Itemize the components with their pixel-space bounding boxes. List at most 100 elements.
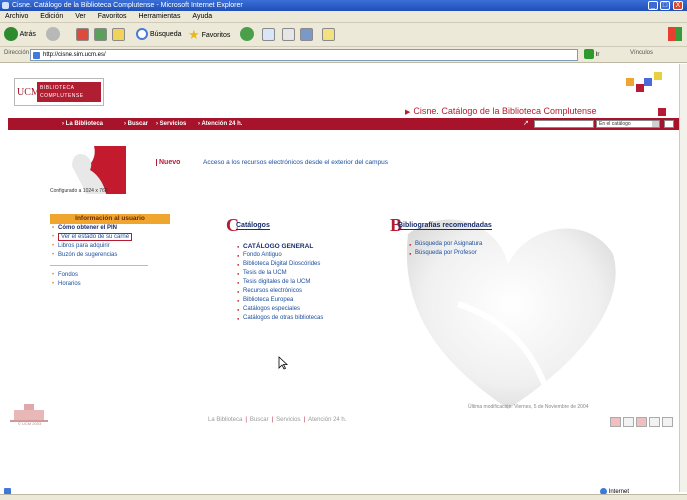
stop-button[interactable] xyxy=(76,27,89,43)
refresh-button[interactable] xyxy=(94,27,107,43)
ie-icon xyxy=(2,2,9,9)
user-info-header: Información al usuario xyxy=(50,214,170,224)
bibliographies-heading: B Bibliografías recomendadas xyxy=(390,215,492,235)
mail-icon[interactable] xyxy=(662,417,673,427)
search-scope-select[interactable]: En el catálogo xyxy=(596,120,660,128)
help-icon[interactable] xyxy=(623,417,634,427)
catalogs-list: CATÁLOGO GENERAL Fondo Antiguo Bibliotec… xyxy=(236,242,406,323)
nav-atencion[interactable]: › Atención 24 h. xyxy=(198,119,242,129)
decor-square-yellow xyxy=(654,72,662,80)
forward-arrow-icon xyxy=(46,27,60,42)
menu-favoritos[interactable]: Favoritos xyxy=(93,11,132,23)
contact-icon[interactable] xyxy=(610,417,621,427)
print-icon xyxy=(282,27,295,41)
link-icon[interactable] xyxy=(649,417,660,427)
link-obtener-pin[interactable]: Cómo obtener el PIN xyxy=(50,224,180,233)
go-button[interactable]: Ir xyxy=(584,49,610,61)
divider xyxy=(50,265,148,266)
toolbar: Atrás Búsqueda ★ Favoritos xyxy=(0,23,687,47)
footer-link-biblioteca[interactable]: La Biblioteca xyxy=(208,417,242,423)
menu-edicion[interactable]: Edición xyxy=(35,11,68,23)
news-link[interactable]: Acceso a los recursos electrónicos desde… xyxy=(203,159,388,166)
link-catalogo-general[interactable]: CATÁLOGO GENERAL xyxy=(236,242,406,251)
url-input[interactable]: http://cisne.sim.ucm.es/ xyxy=(30,49,578,61)
refresh-icon xyxy=(94,27,107,41)
library-logo-text: BIBLIOTECA COMPLUTENSE xyxy=(37,82,101,102)
window-titlebar: Cisne. Catálogo de la Biblioteca Complut… xyxy=(0,0,687,11)
mouse-cursor-icon xyxy=(278,356,288,370)
catalogs-heading: C Catálogos xyxy=(226,215,270,235)
link-tesis-digitales[interactable]: Tesis digitales de la UCM xyxy=(236,278,406,287)
back-button[interactable]: Atrás xyxy=(4,27,36,43)
favorites-button[interactable]: ★ Favoritos xyxy=(188,27,230,43)
home-button[interactable] xyxy=(112,27,125,43)
footer-link-buscar[interactable]: Buscar xyxy=(250,417,269,423)
link-libros-adquirir[interactable]: Libros para adquirir xyxy=(50,242,180,251)
links-button[interactable]: Vínculos xyxy=(630,50,653,56)
web-page: UCM BIBLIOTECA COMPLUTENSE ▶ Cisne. Catál… xyxy=(8,64,679,494)
search-icon xyxy=(136,28,148,41)
edit-button[interactable] xyxy=(300,27,313,43)
menu-archivo[interactable]: Archivo xyxy=(0,11,33,23)
ucm-logo[interactable]: UCM BIBLIOTECA COMPLUTENSE xyxy=(14,78,104,106)
resolution-note: Configurado a 1024 x 768 xyxy=(50,188,108,194)
print-button[interactable] xyxy=(282,27,295,43)
address-bar: Dirección http://cisne.sim.ucm.es/ Ir Ví… xyxy=(0,47,687,63)
menu-ver[interactable]: Ver xyxy=(70,11,91,23)
close-button[interactable]: X xyxy=(673,1,683,10)
site-tagline: ▶ Cisne. Catálogo de la Biblioteca Complu… xyxy=(405,106,597,116)
footer-link-servicios[interactable]: Servicios xyxy=(276,417,300,423)
link-fondo-antiguo[interactable]: Fondo Antiguo xyxy=(236,251,406,260)
window-title: Cisne. Catálogo de la Biblioteca Complut… xyxy=(12,2,243,9)
link-buzon-sugerencias[interactable]: Buzón de sugerencias xyxy=(50,251,180,260)
mail-icon xyxy=(262,27,275,41)
link-dioscorides[interactable]: Biblioteca Digital Dioscórides xyxy=(236,260,406,269)
vertical-scrollbar[interactable] xyxy=(679,64,687,492)
link-biblioteca-europea[interactable]: Biblioteca Europea xyxy=(236,296,406,305)
link-horarios[interactable]: Horarios xyxy=(50,280,180,289)
link-busqueda-asignatura[interactable]: Búsqueda por Asignatura xyxy=(408,240,558,249)
windows-flag-icon xyxy=(668,27,682,41)
heart-emblem xyxy=(72,146,126,194)
mail-button[interactable] xyxy=(262,27,275,43)
history-button[interactable] xyxy=(240,27,254,43)
status-bar xyxy=(0,494,687,500)
link-tesis-ucm[interactable]: Tesis de la UCM xyxy=(236,269,406,278)
catalog-search-input[interactable] xyxy=(534,120,594,128)
menu-bar: Archivo Edición Ver Favoritos Herramient… xyxy=(0,11,687,23)
link-catalogos-especiales[interactable]: Catálogos especiales xyxy=(236,305,406,314)
link-busqueda-profesor[interactable]: Búsqueda por Profesor xyxy=(408,249,558,258)
minimize-button[interactable]: _ xyxy=(648,1,658,10)
forward-button[interactable] xyxy=(46,27,60,43)
link-fondos[interactable]: Fondos xyxy=(50,271,180,280)
nav-servicios[interactable]: › Servicios xyxy=(156,119,186,129)
nav-buscar[interactable]: › Buscar xyxy=(124,119,148,129)
new-badge: Nuevo xyxy=(156,159,180,166)
user-info-list: Cómo obtener el PIN Ver el estado de su … xyxy=(50,224,180,289)
map-icon[interactable] xyxy=(636,417,647,427)
key-icon: ↗ xyxy=(523,120,529,127)
address-label: Dirección xyxy=(4,50,30,56)
link-otras-bibliotecas[interactable]: Catálogos de otras bibliotecas xyxy=(236,314,406,323)
tagline-square xyxy=(658,108,666,116)
link-recursos-electronicos[interactable]: Recursos electrónicos xyxy=(236,287,406,296)
messenger-button[interactable] xyxy=(322,27,335,43)
windows-logo xyxy=(668,27,682,43)
nav-la-biblioteca[interactable]: › La Biblioteca xyxy=(62,119,103,129)
decor-square-blue xyxy=(644,78,652,86)
edit-icon xyxy=(300,27,313,41)
copyright: © UCM 2003 xyxy=(18,421,42,426)
back-arrow-icon xyxy=(4,27,18,42)
footer-link-atencion[interactable]: Atención 24 h. xyxy=(308,417,346,423)
history-icon xyxy=(240,27,254,42)
page-icon xyxy=(33,52,40,59)
link-estado-carne[interactable]: Ver el estado de su carné xyxy=(50,233,180,242)
search-button[interactable]: Búsqueda xyxy=(136,27,181,43)
maximize-button[interactable]: □ xyxy=(660,1,670,10)
menu-herramientas[interactable]: Herramientas xyxy=(133,11,185,23)
bibliographies-list: Búsqueda por Asignatura Búsqueda por Pro… xyxy=(408,240,558,258)
search-go-button[interactable] xyxy=(664,120,674,128)
menu-ayuda[interactable]: Ayuda xyxy=(187,11,217,23)
stop-icon xyxy=(76,27,89,41)
decor-square-orange xyxy=(626,78,634,86)
